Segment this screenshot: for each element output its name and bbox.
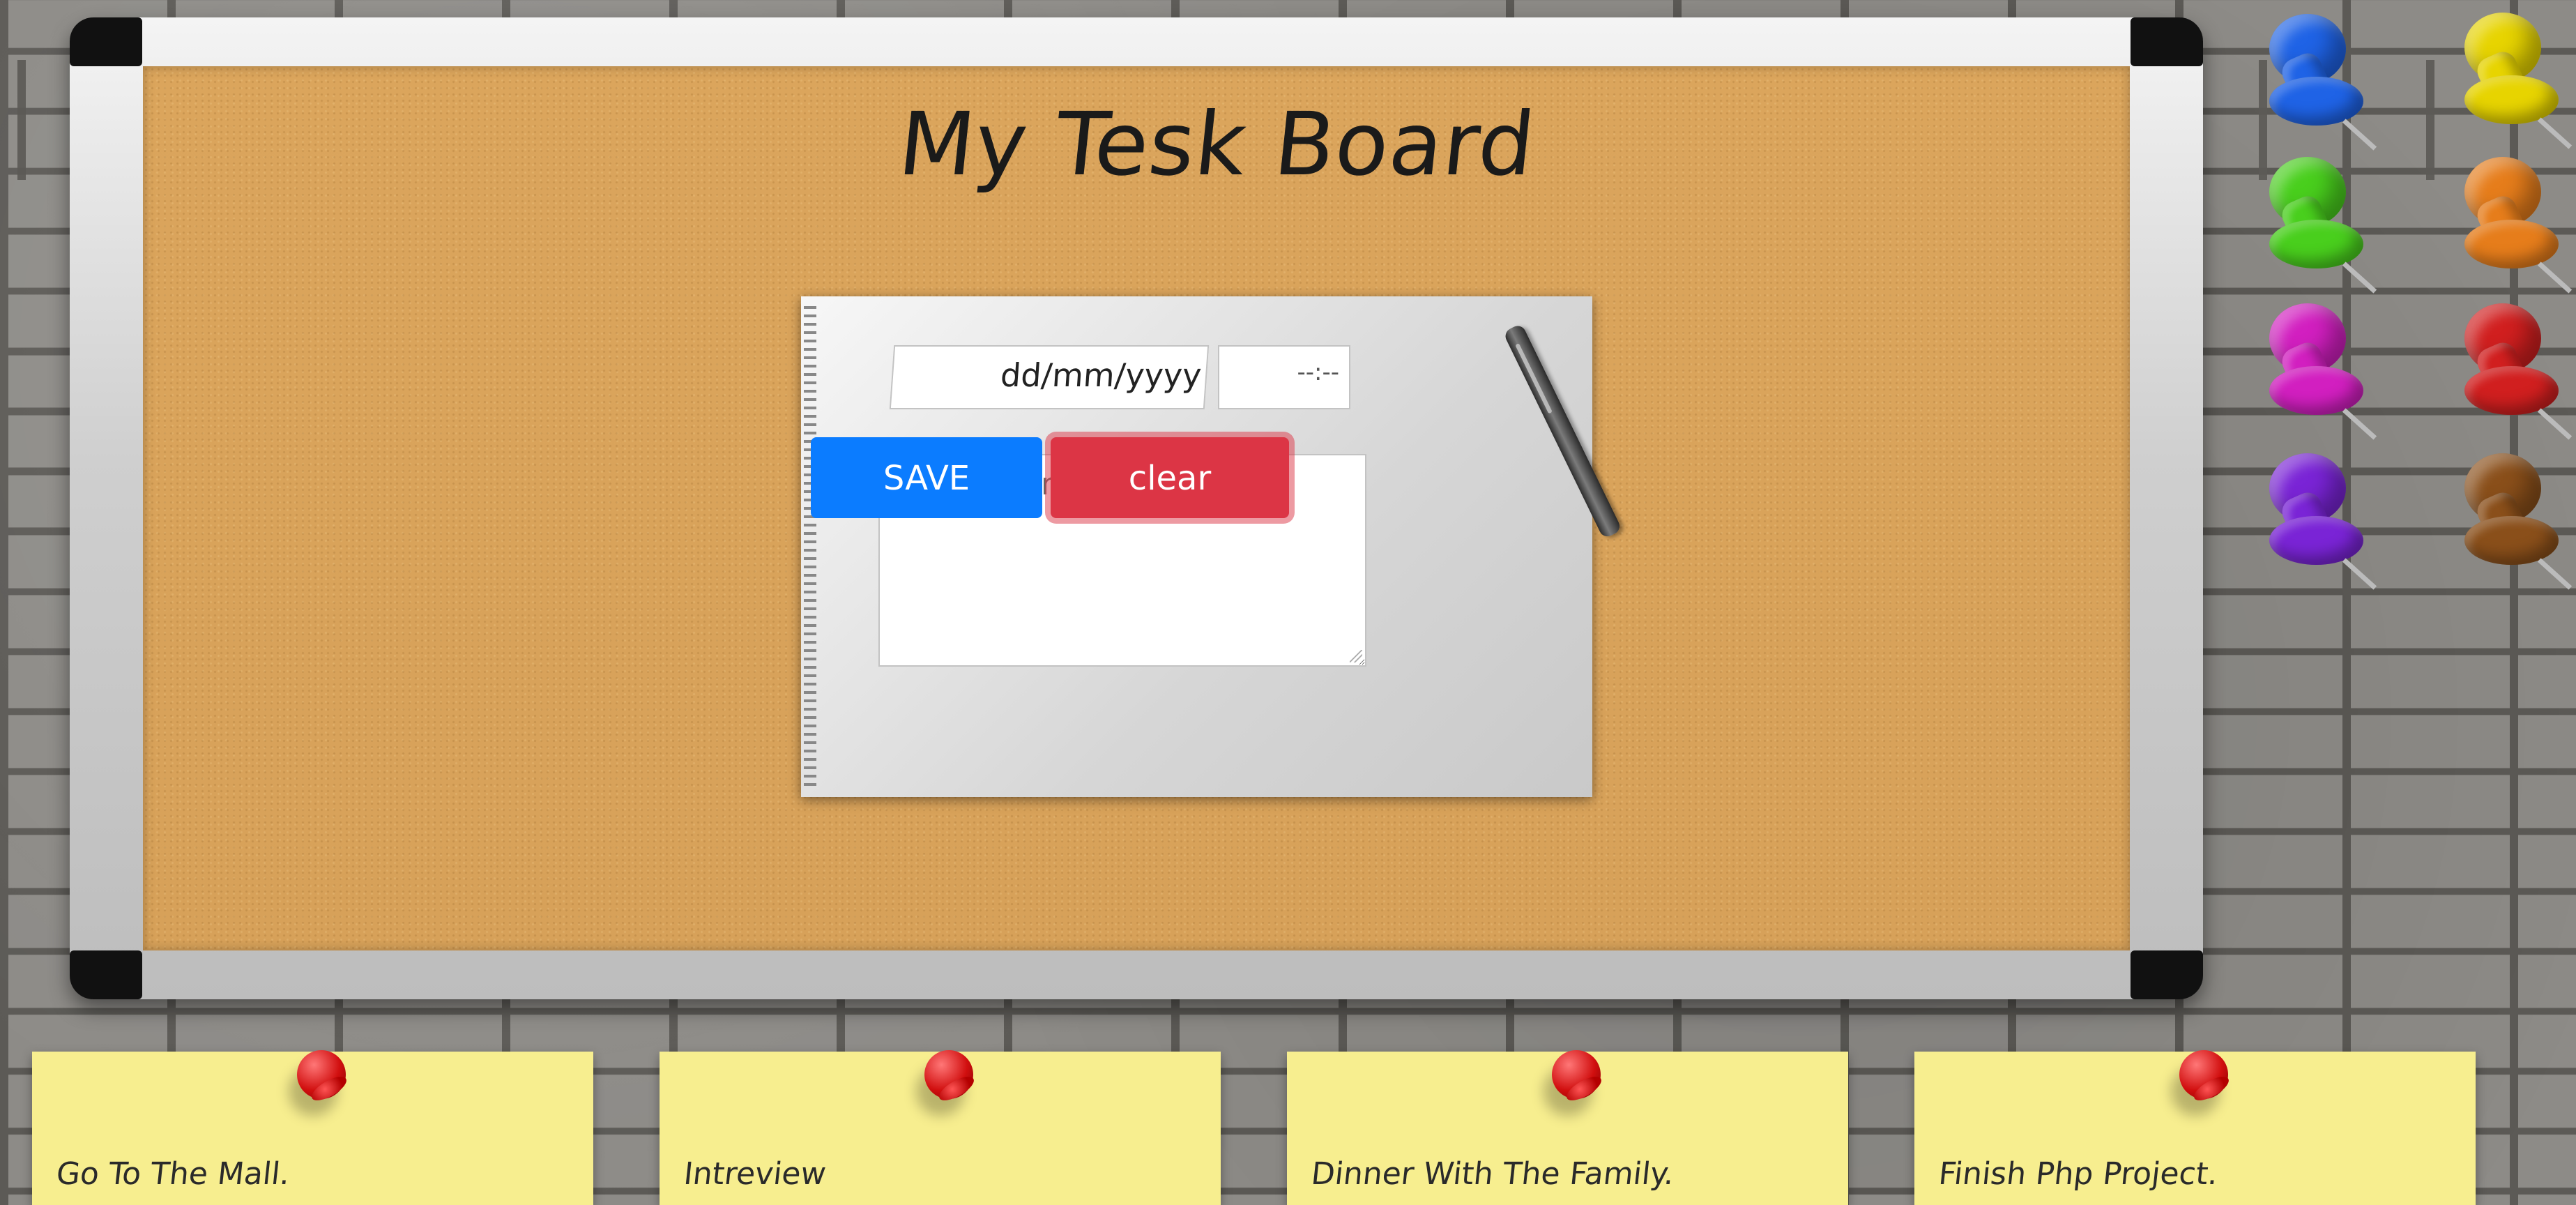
pushpin-needle: [2342, 558, 2377, 590]
pushpin-needle: [2342, 119, 2377, 151]
save-button[interactable]: SAVE: [811, 437, 1042, 518]
purple-pushpin-icon: [2255, 453, 2381, 590]
task-note[interactable]: Go To The Mall.: [32, 1050, 593, 1205]
pushpin-needle: [2537, 558, 2573, 590]
red-pushpin-icon: [2451, 303, 2576, 440]
yellow-pushpin-icon: [2451, 13, 2576, 149]
red-pin-icon: [297, 1050, 346, 1099]
task-note-text: Go To The Mall.: [54, 1156, 292, 1192]
pushpin-base: [2464, 366, 2559, 415]
pushpin-needle: [2342, 262, 2377, 294]
pushpin-needle: [2537, 262, 2573, 294]
red-pin-icon: [2179, 1050, 2228, 1099]
task-note-text: Dinner With The Family.: [1309, 1156, 1676, 1192]
notepad-spiral: [804, 306, 816, 790]
board-corner-bottom-left: [70, 950, 142, 999]
pushpin-needle: [2537, 408, 2573, 440]
date-input[interactable]: dd/mm/yyyy: [889, 345, 1210, 409]
board-corner-top-left: [70, 17, 142, 66]
red-pin-icon: [1552, 1050, 1601, 1099]
board-corner-bottom-right: [2131, 950, 2203, 999]
pushpin-base: [2269, 220, 2363, 268]
green-pushpin-icon: [2255, 157, 2381, 294]
pen-icon: [1502, 323, 1623, 540]
pushpin-base: [2269, 516, 2363, 565]
orange-pushpin-icon: [2451, 157, 2576, 294]
pushpin-base: [2269, 366, 2363, 415]
pushpin-base: [2269, 77, 2363, 126]
pushpin-needle: [2537, 117, 2573, 149]
task-note[interactable]: Intreview: [660, 1050, 1221, 1205]
magenta-pushpin-icon: [2255, 303, 2381, 440]
task-note-text: Finish Php Project.: [1937, 1156, 2220, 1192]
page-title: My Tesk Board: [894, 94, 1540, 195]
red-pin-icon: [924, 1050, 973, 1099]
time-input[interactable]: --:--: [1218, 345, 1350, 409]
brown-pushpin-icon: [2451, 453, 2576, 590]
task-note[interactable]: Dinner With The Family.: [1287, 1050, 1848, 1205]
clear-button[interactable]: clear: [1051, 437, 1289, 518]
blue-pushpin-icon: [2255, 14, 2381, 151]
task-form-notepad: dd/mm/yyyy --:-- my mission: [801, 296, 1623, 797]
pushpin-base: [2464, 220, 2559, 268]
task-note-text: Intreview: [682, 1156, 828, 1192]
pushpin-needle: [2342, 408, 2377, 440]
pushpin-base: [2464, 516, 2559, 565]
board-corner-top-right: [2131, 17, 2203, 66]
pushpin-base: [2464, 75, 2559, 124]
task-note[interactable]: Finish Php Project.: [1914, 1050, 2476, 1205]
